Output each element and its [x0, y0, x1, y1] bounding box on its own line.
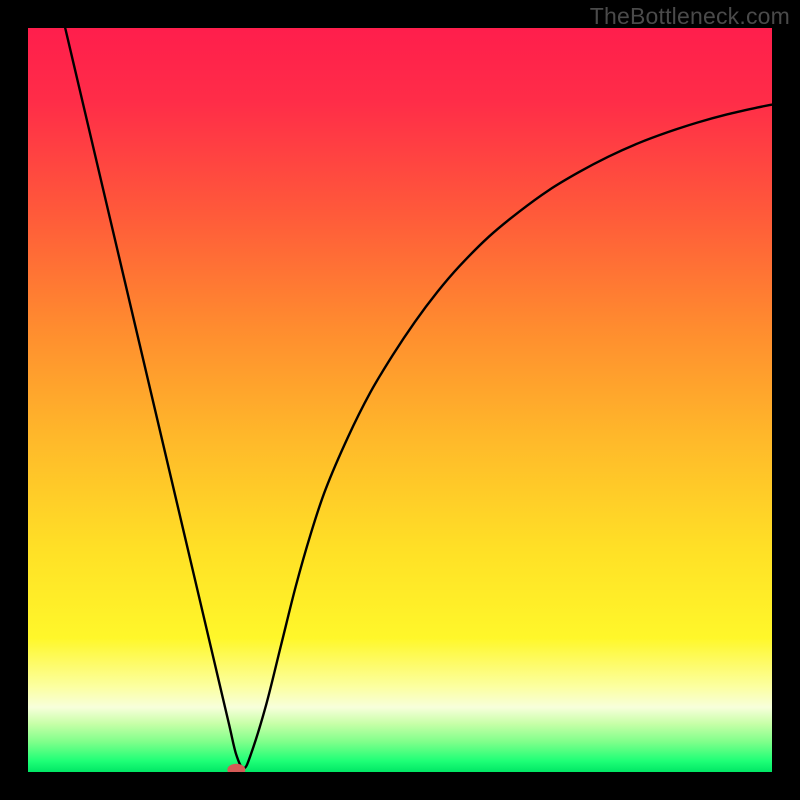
watermark-text: TheBottleneck.com — [590, 3, 790, 30]
chart-frame: TheBottleneck.com — [0, 0, 800, 800]
chart-svg — [28, 28, 772, 772]
plot-area — [28, 28, 772, 772]
gradient-background — [28, 28, 772, 772]
